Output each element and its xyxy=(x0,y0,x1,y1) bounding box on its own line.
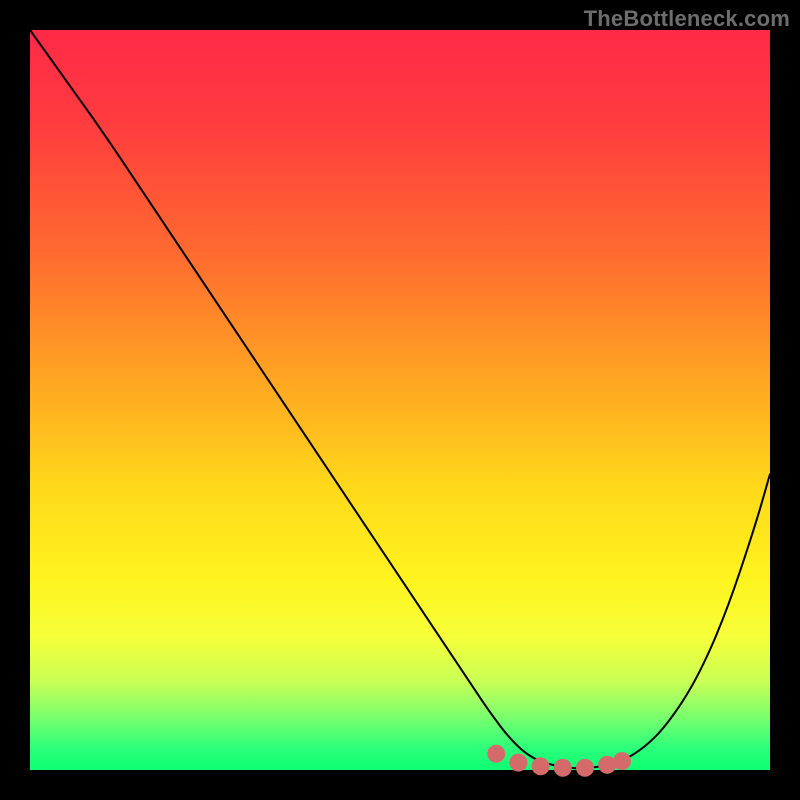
plot-area xyxy=(30,30,770,770)
chart-line-curve xyxy=(30,30,770,768)
watermark-text: TheBottleneck.com xyxy=(584,6,790,32)
chart-marker xyxy=(554,759,572,777)
chart-marker xyxy=(509,754,527,772)
chart-marker xyxy=(613,752,631,770)
chart-markers xyxy=(487,745,631,777)
chart-marker xyxy=(487,745,505,763)
chart-marker xyxy=(532,757,550,775)
chart-frame: TheBottleneck.com xyxy=(0,0,800,800)
chart-svg xyxy=(30,30,770,770)
chart-marker xyxy=(576,759,594,777)
